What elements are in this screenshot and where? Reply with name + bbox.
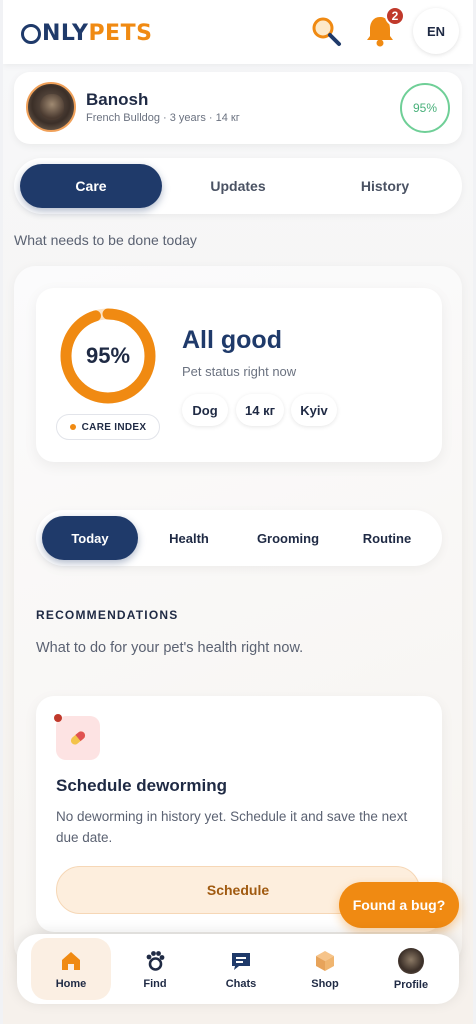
chip-species: Dog [182, 394, 228, 426]
tab-today[interactable]: Today [42, 516, 138, 560]
language-button[interactable]: EN [413, 8, 459, 54]
search-icon [312, 17, 341, 46]
logo-paw-icon [21, 24, 41, 44]
pill-icon-tile [56, 716, 100, 760]
care-dot-icon [69, 424, 76, 430]
status-subtitle: Pet status right now [182, 364, 297, 379]
avatar [398, 947, 424, 974]
top-bar: NLY PETS 2 EN [3, 0, 473, 64]
sub-tabs: Today Health Grooming Routine [36, 510, 442, 566]
tab-routine[interactable]: Routine [339, 516, 435, 560]
nav-shop[interactable]: Shop [285, 938, 365, 1000]
nav-profile[interactable]: Profile [371, 938, 451, 1000]
pet-photo [40, 94, 64, 120]
app-screen: NLY PETS 2 EN Banosh French Bulldog · 3 … [3, 0, 473, 1024]
logo-only-text: NLY [42, 20, 89, 46]
care-index-value: 95% [85, 343, 131, 368]
chip-weight: 14 кг [236, 394, 284, 426]
onlypets-logo[interactable]: NLY PETS [21, 18, 152, 48]
intro-text: What needs to be done today [14, 232, 197, 248]
pill-icon [70, 731, 86, 745]
main-tabs: Care Updates History [14, 158, 462, 214]
nav-find[interactable]: Find [115, 938, 195, 1000]
home-icon [59, 949, 83, 973]
tab-health[interactable]: Health [141, 516, 237, 560]
nav-home[interactable]: Home [31, 938, 111, 1000]
tab-grooming[interactable]: Grooming [240, 516, 336, 560]
recommendations-heading: RECOMMENDATIONS [36, 608, 179, 622]
pet-meta: French Bulldog · 3 years · 14 кг [86, 112, 240, 124]
notification-badge: 2 [385, 6, 405, 26]
tab-history[interactable]: History [314, 164, 456, 208]
status-card: 95% CARE INDEX All good Pet status right… [36, 288, 442, 462]
pet-avatar [26, 82, 76, 132]
chat-icon [229, 949, 253, 973]
pet-profile-card[interactable]: Banosh French Bulldog · 3 years · 14 кг … [14, 72, 462, 144]
nav-chats[interactable]: Chats [201, 938, 281, 1000]
chip-city: Kyiv [291, 394, 337, 426]
pet-name: Banosh [86, 90, 149, 109]
box-icon [313, 949, 337, 973]
tab-care[interactable]: Care [20, 164, 162, 208]
care-index-label: CARE INDEX [81, 421, 147, 433]
nav-find-label: Find [143, 977, 167, 990]
recommendation-description: No deworming in history yet. Schedule it… [56, 809, 408, 845]
care-panel: 95% CARE INDEX All good Pet status right… [14, 266, 462, 966]
recommendation-title: Schedule deworming [56, 776, 227, 795]
nav-profile-label: Profile [393, 978, 429, 991]
alert-dot [54, 714, 62, 722]
care-index-chip[interactable]: CARE INDEX [56, 414, 160, 440]
nav-chats-label: Chats [225, 977, 257, 990]
tab-updates[interactable]: Updates [167, 164, 309, 208]
recommendations-subheading: What to do for your pet's health right n… [36, 640, 304, 656]
status-title: All good [182, 326, 282, 354]
report-bug-button[interactable]: Found a bug? [339, 882, 459, 928]
paw-icon [143, 949, 167, 973]
pet-score-badge: 95% [400, 83, 450, 133]
nav-shop-label: Shop [311, 977, 339, 990]
search-button[interactable] [309, 14, 343, 48]
bottom-navigation: Home Find Chats Shop Profile [17, 934, 459, 1004]
logo-pets-text: PETS [88, 20, 153, 46]
nav-home-label: Home [55, 977, 87, 990]
